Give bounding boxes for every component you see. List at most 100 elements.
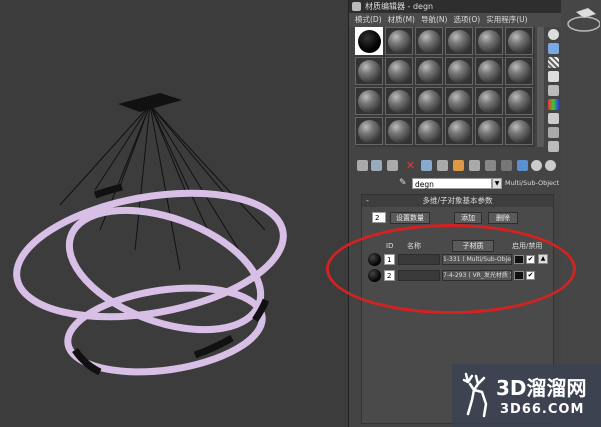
material-slot[interactable] (385, 87, 413, 115)
material-slot[interactable] (415, 57, 443, 85)
color-swatch[interactable] (514, 271, 524, 280)
sample-sphere (448, 30, 471, 53)
set-number-button[interactable]: 设置数量 (390, 212, 430, 224)
menu-utilities[interactable]: 实用程序(U) (486, 13, 527, 27)
sample-type-icon[interactable] (548, 29, 559, 40)
material-slot[interactable] (415, 87, 443, 115)
material-slot[interactable] (415, 117, 443, 145)
watermark-title: 3D溜溜网 (496, 376, 587, 400)
viewport[interactable] (0, 0, 348, 427)
uv-tiling-icon[interactable] (548, 71, 559, 82)
material-slot[interactable] (355, 87, 383, 115)
sample-sphere[interactable] (368, 269, 381, 282)
col-submaterial[interactable]: 子材质 (452, 240, 494, 252)
scroll-up-icon[interactable]: ▲ (538, 254, 548, 264)
sample-sphere (448, 120, 471, 143)
enable-checkbox[interactable]: ✔ (526, 255, 535, 264)
chevron-down-icon[interactable]: ▼ (492, 178, 502, 189)
background-icon[interactable] (548, 57, 559, 68)
material-slot[interactable] (355, 117, 383, 145)
material-slot[interactable] (385, 117, 413, 145)
menu-material[interactable]: 材质(M) (388, 13, 415, 27)
material-slot[interactable] (505, 87, 533, 115)
sample-sphere[interactable] (368, 253, 381, 266)
menu-options[interactable]: 选项(O) (453, 13, 480, 27)
select-by-material-icon[interactable] (548, 127, 559, 138)
collapse-toggle[interactable]: - (366, 195, 369, 207)
sample-sphere (508, 30, 531, 53)
material-slot[interactable] (445, 87, 473, 115)
slots-scrollbar[interactable] (537, 27, 544, 147)
submaterial-button[interactable]: 1-331 ( Multi/Sub-Object ) (442, 254, 512, 265)
get-material-icon[interactable] (357, 160, 368, 171)
sample-sphere (388, 60, 411, 83)
put-to-library-icon[interactable] (437, 160, 448, 171)
enable-checkbox[interactable]: ✔ (526, 271, 535, 280)
material-slot[interactable] (505, 27, 533, 55)
material-slot[interactable] (385, 57, 413, 85)
suspension-cables (59, 104, 266, 271)
submaterial-button[interactable]: 7-4-293 ( VR_发光材质 ) (442, 270, 512, 281)
material-name-field[interactable]: degn (412, 178, 492, 189)
sample-sphere (508, 120, 531, 143)
col-name[interactable]: 名称 (407, 241, 421, 251)
count-field[interactable]: 2 (372, 212, 386, 223)
material-slot[interactable] (445, 117, 473, 145)
put-to-scene-icon[interactable] (371, 160, 382, 171)
make-unique-icon[interactable] (421, 160, 432, 171)
title-bar[interactable]: 材质编辑器 - degn (349, 0, 562, 13)
sample-sphere (358, 90, 381, 113)
material-slot[interactable] (355, 27, 383, 55)
rollout-title: 多维/子对象基本参数 (422, 196, 493, 205)
material-slot[interactable] (475, 87, 503, 115)
id-field[interactable]: 1 (384, 254, 395, 265)
options-icon[interactable] (548, 113, 559, 124)
material-slot[interactable] (475, 117, 503, 145)
material-id-icon[interactable] (453, 160, 464, 171)
id-field[interactable]: 2 (384, 270, 395, 281)
name-field[interactable] (398, 254, 440, 265)
show-end-result-icon[interactable] (485, 160, 496, 171)
submaterial-row-1: 1 1-331 ( Multi/Sub-Object ) ✔ ▲ (368, 253, 550, 267)
go-to-parent-icon[interactable] (501, 160, 512, 171)
menu-navigation[interactable]: 导航(N) (421, 13, 447, 27)
sample-sphere (388, 30, 411, 53)
eyedropper-icon[interactable]: ✎ (399, 178, 409, 189)
make-preview-icon[interactable] (548, 99, 559, 110)
menu-mode[interactable]: 模式(D) (355, 13, 382, 27)
col-enable: 启用/禁用 (512, 242, 543, 250)
assign-to-selection-icon[interactable] (387, 160, 398, 171)
material-slot[interactable] (385, 27, 413, 55)
name-field[interactable] (398, 270, 440, 281)
video-color-check-icon[interactable] (548, 85, 559, 96)
material-slot[interactable] (445, 57, 473, 85)
material-navigator-icon[interactable] (548, 141, 559, 152)
color-swatch[interactable] (514, 255, 524, 264)
backlight-icon[interactable] (548, 43, 559, 54)
command-panel-strip (561, 0, 601, 427)
material-map-icon[interactable] (545, 160, 556, 171)
material-slot[interactable] (475, 27, 503, 55)
delete-button[interactable]: 删除 (488, 212, 518, 224)
sample-sphere (478, 120, 501, 143)
show-in-viewport-icon[interactable] (469, 160, 480, 171)
add-button[interactable]: 添加 (454, 212, 482, 224)
sample-sphere (508, 90, 531, 113)
material-type-button[interactable]: Multi/Sub-Object (505, 178, 560, 189)
go-forward-sibling-icon[interactable] (517, 160, 528, 171)
sample-sphere (388, 120, 411, 143)
material-slot[interactable] (505, 117, 533, 145)
material-slot[interactable] (445, 27, 473, 55)
sample-sphere (508, 60, 531, 83)
col-id[interactable]: ID (386, 241, 393, 251)
viewcube-icon[interactable] (562, 2, 600, 34)
chandelier-model[interactable] (0, 0, 348, 427)
pick-material-icon[interactable] (531, 160, 542, 171)
material-slot[interactable] (505, 57, 533, 85)
submaterial-row-2: 2 7-4-293 ( VR_发光材质 ) ✔ (368, 269, 550, 283)
material-slot[interactable] (475, 57, 503, 85)
material-slot[interactable] (415, 27, 443, 55)
material-slot[interactable] (355, 57, 383, 85)
rollout-header[interactable]: - 多维/子对象基本参数 (362, 195, 553, 207)
reset-icon[interactable]: ✕ (405, 160, 416, 171)
